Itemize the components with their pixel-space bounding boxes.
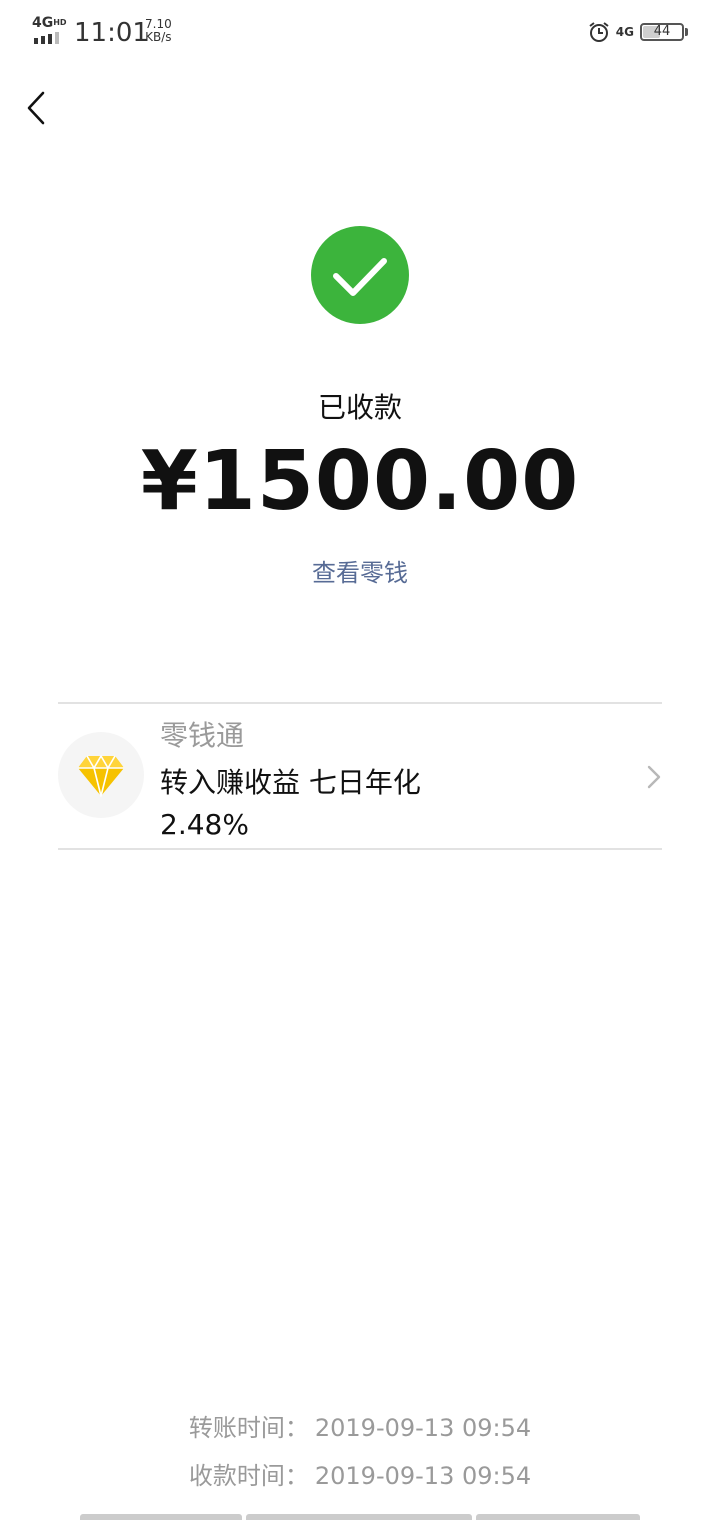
battery-level: 44 [653,24,671,39]
navigation-bar [80,1514,640,1520]
network-speed: 7.10 KB/s [145,18,172,44]
status-bar: 4GHD 11:01 7.10 KB/s 4G 44 [0,0,720,66]
status-time: 11:01 [74,18,149,48]
nav-segment[interactable] [476,1514,640,1520]
back-button[interactable] [14,82,58,134]
receive-time-row: 收款时间： 2019-09-13 09:54 [0,1456,720,1504]
status-icons: 4G 44 [588,18,688,46]
transfer-time-value: 2019-09-13 09:54 [314,1414,532,1442]
network-type-label: 4GHD [32,15,67,31]
signal-bars-icon [34,32,59,44]
receive-time-label: 收款时间： [188,1462,309,1490]
divider-bottom [58,848,662,850]
chevron-right-icon [647,765,661,789]
transfer-time-label: 转账时间： [188,1414,309,1442]
amount-value: ¥1500.00 [140,434,580,529]
nav-segment[interactable] [80,1514,242,1520]
battery-icon: 44 [640,23,684,41]
battery-tip [685,28,688,36]
view-balance-link-row: 查看零钱 [0,556,720,590]
nav-segment[interactable] [246,1514,472,1520]
signal-indicator: 4GHD [32,15,67,44]
promo-description: 转入赚收益 七日年化 2.48% [160,766,421,841]
success-check-icon [311,226,409,324]
network-hd-label: HD [53,18,67,27]
promo-icon-container [58,732,144,818]
promo-title: 零钱通 [160,719,245,752]
diamond-icon [78,755,124,797]
network-speed-unit: KB/s [145,30,172,44]
payment-status-label: 已收款 [317,391,402,424]
network-4g-label: 4G [615,25,634,39]
payment-received-screen: 4GHD 11:01 7.10 KB/s 4G 44 已收款 ¥1500.00 … [0,0,720,1520]
lingqiantong-promo-card[interactable]: 零钱通 转入赚收益 七日年化 2.48% [58,704,662,848]
transaction-times: 转账时间： 2019-09-13 09:54 收款时间： 2019-09-13 … [0,1408,720,1504]
alarm-icon [589,22,609,42]
transfer-time-row: 转账时间： 2019-09-13 09:54 [0,1408,720,1456]
receive-time-value: 2019-09-13 09:54 [314,1462,532,1490]
chevron-left-icon [27,91,45,125]
view-balance-link[interactable]: 查看零钱 [312,559,408,587]
